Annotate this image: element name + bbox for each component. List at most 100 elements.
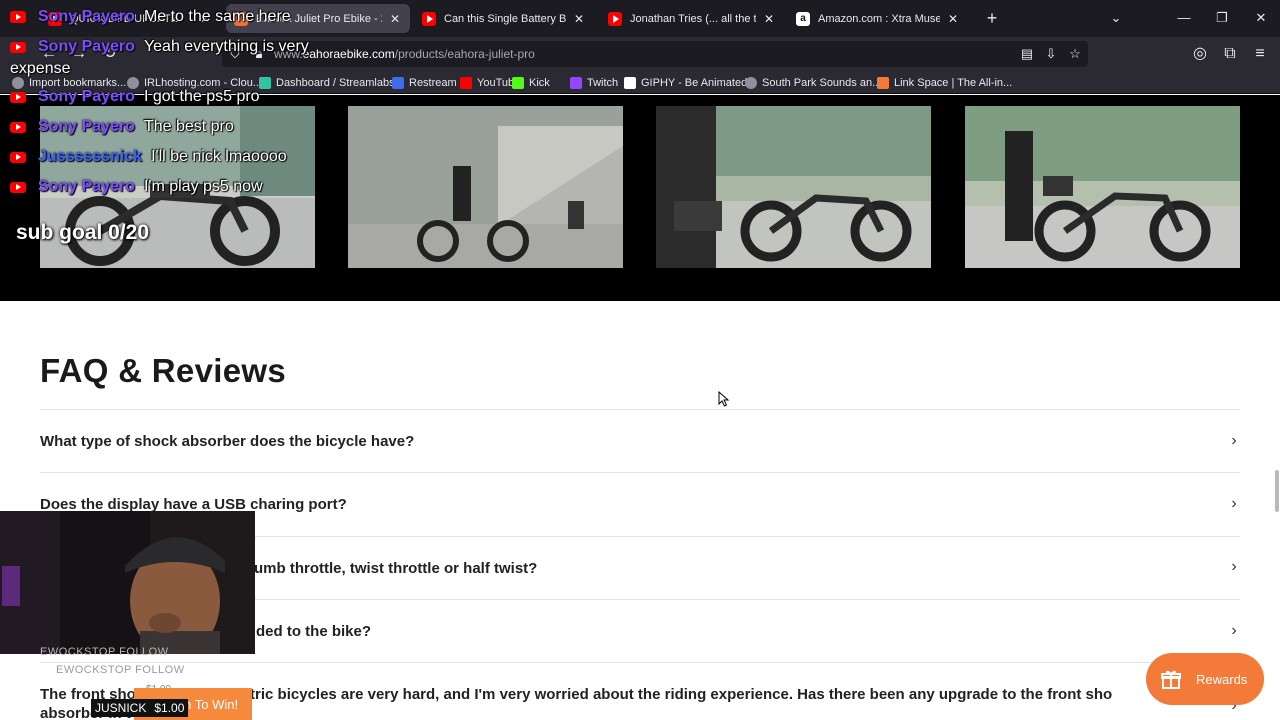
tab-title: Jonathan Tries (... all the things) (630, 12, 756, 25)
bookmark-item[interactable]: Link Space | The All-in... (877, 75, 1012, 91)
bookmark-label: Twitch (587, 77, 619, 89)
webcam-feed (0, 511, 255, 654)
chat-message: Sony Payero I'm play ps5 now (10, 178, 263, 196)
amazon-icon: a (796, 11, 810, 26)
close-icon[interactable]: ✕ (388, 12, 402, 26)
bookmark-item[interactable]: GIPHY - Be Animated (624, 75, 747, 91)
url-text[interactable]: www.eahoraebike.com/products/eahora-juli… (274, 47, 535, 61)
donation-name: JUSNICK (95, 701, 147, 715)
mouse-cursor-icon (718, 391, 730, 407)
close-icon[interactable]: ✕ (946, 12, 960, 26)
restream-icon (392, 77, 404, 89)
bookmark-label: Link Space | The All-in... (894, 77, 1013, 89)
chat-text: The best pro (143, 118, 234, 135)
faq-question[interactable]: What type of shock absorber does the bic… (40, 433, 414, 450)
divider (40, 409, 1240, 410)
product-photo-4[interactable] (965, 106, 1240, 268)
kick-icon (512, 77, 524, 89)
chat-text: Me to the same here (143, 8, 291, 25)
youtube-icon (422, 11, 436, 26)
youtube-icon (608, 11, 622, 26)
chevron-right-icon[interactable]: › (1224, 621, 1244, 641)
streamlabs-icon (259, 77, 271, 89)
divider (40, 472, 1240, 473)
screen: QUICK LIFE UPDATE ✕ Eahora Juliet Pro Eb… (0, 0, 1280, 720)
youtube-icon (10, 41, 26, 53)
chat-username: Sony Payero (38, 118, 135, 135)
bookmark-label: Dashboard / Streamlabs (276, 77, 395, 89)
faq-question[interactable]: umb throttle, twist throttle or half twi… (254, 560, 537, 577)
tab-title: Amazon.com : Xtra Muse, Vlogging (818, 12, 940, 25)
chat-message: Sony Payero Me to the same here (10, 8, 291, 26)
chat-message: Sony Payero Yeah everything is very (10, 38, 309, 56)
new-tab-button[interactable]: + (982, 8, 1002, 28)
bookmark-label: GIPHY - Be Animated (641, 77, 748, 89)
tab-3[interactable]: Jonathan Tries (... all the things) ✕ (600, 4, 784, 33)
globe-icon (745, 77, 757, 89)
tab-2[interactable]: Can this Single Battery Bike Make it ✕ (414, 4, 594, 33)
close-window-button[interactable]: ✕ (1249, 8, 1273, 28)
faq-question[interactable]: ded to the bike? (256, 623, 371, 640)
close-icon[interactable]: ✕ (762, 12, 776, 26)
product-photo-2[interactable] (348, 106, 623, 268)
reader-view-icon[interactable]: ▤ (1018, 45, 1036, 63)
divider (40, 662, 1240, 663)
chat-message: Sony Payero The best pro (10, 118, 234, 136)
chat-text: I got the ps5 pro (143, 88, 260, 105)
chat-username: Sony Payero (38, 178, 135, 195)
chat-username: Sony Payero (38, 88, 135, 105)
chevron-right-icon[interactable]: › (1224, 431, 1244, 451)
youtube-icon (10, 151, 26, 163)
chat-text: Yeah everything is very (143, 38, 309, 55)
stream-alert: EWOCKSTOP FOLLOW (40, 646, 169, 658)
address-bar[interactable]: ⛉ 🔒︎ www.eahoraebike.com/products/eahora… (222, 41, 1088, 67)
stream-alert: EWOCKSTOP FOLLOW (56, 664, 185, 676)
youtube-icon (460, 77, 472, 89)
account-icon[interactable]: ◎ (1189, 44, 1211, 64)
product-photo-3[interactable] (656, 106, 931, 268)
youtube-icon (10, 181, 26, 193)
donation-amount: $1.00 (154, 701, 185, 715)
giphy-icon (624, 77, 636, 89)
chat-username: Sony Payero (38, 8, 135, 25)
scrollbar[interactable] (1275, 470, 1279, 512)
donation-ticker: JUSNICK $1.00 (91, 699, 189, 717)
chat-username: Sony Payero (38, 38, 135, 55)
tab-title: Can this Single Battery Bike Make it (444, 12, 566, 25)
minimize-button[interactable]: — (1172, 8, 1196, 28)
bookmark-item[interactable]: South Park Sounds an... (745, 75, 881, 91)
chevron-right-icon[interactable]: › (1224, 557, 1244, 577)
tab-4[interactable]: a Amazon.com : Xtra Muse, Vlogging ✕ (788, 4, 968, 33)
gift-icon (1161, 670, 1181, 689)
bookmark-item[interactable]: Twitch (570, 75, 618, 91)
chat-text: I'll be nick lmaoooo (151, 148, 287, 165)
youtube-icon (10, 121, 26, 133)
list-tabs-chevron-icon[interactable]: ⌄ (1104, 8, 1128, 28)
bookmark-star-icon[interactable]: ☆ (1066, 45, 1084, 63)
chevron-right-icon[interactable]: › (1224, 494, 1244, 514)
bookmark-label: Kick (529, 77, 550, 89)
menu-icon[interactable]: ≡ (1249, 44, 1271, 64)
chat-username: Jussssssnick (38, 148, 143, 165)
youtube-icon (10, 11, 26, 23)
rewards-label: Rewards (1196, 671, 1248, 687)
chat-text: I'm play ps5 now (143, 178, 263, 195)
linkspace-icon (877, 77, 889, 89)
faq-title: FAQ & Reviews (40, 352, 286, 389)
bookmark-item[interactable]: Kick (512, 75, 550, 91)
rewards-button[interactable]: Rewards (1146, 653, 1264, 705)
bookmark-item[interactable]: Restream (392, 75, 457, 91)
maximize-button[interactable]: ❐ (1210, 8, 1234, 28)
close-icon[interactable]: ✕ (572, 12, 586, 26)
save-to-pocket-icon[interactable]: ⇩ (1042, 45, 1060, 63)
youtube-icon (10, 91, 26, 103)
extensions-icon[interactable]: ⧉ (1219, 44, 1241, 64)
chat-text-continuation: expense (10, 60, 71, 77)
bookmark-label: Restream (409, 77, 457, 89)
bookmark-label: South Park Sounds an... (762, 77, 882, 89)
bookmark-item[interactable]: Dashboard / Streamlabs (259, 75, 395, 91)
chat-message: Jussssssnick I'll be nick lmaoooo (10, 148, 287, 166)
sub-goal-counter: sub goal 0/20 (16, 221, 150, 244)
chat-message: Sony Payero I got the ps5 pro (10, 88, 260, 106)
twitch-icon (570, 77, 582, 89)
